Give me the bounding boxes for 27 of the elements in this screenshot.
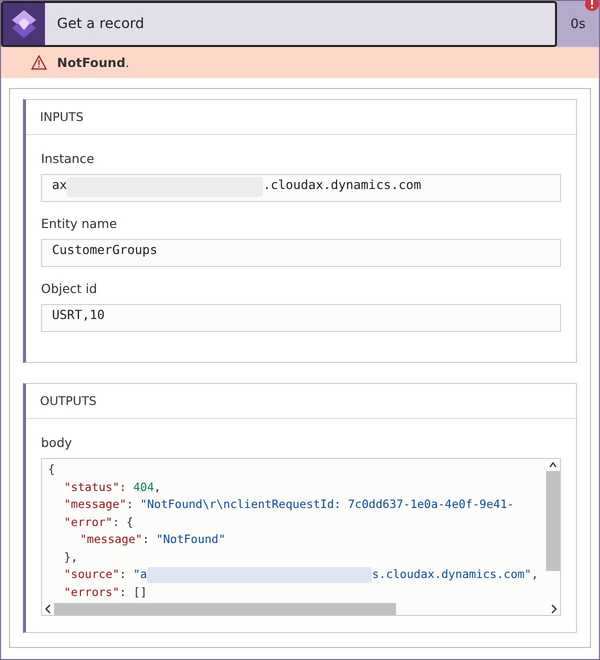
code-text: "message": "NotFound": [80, 531, 226, 548]
field-label: Instance: [41, 151, 96, 166]
code-text: "status": 404,: [64, 478, 161, 496]
field-label: Object id: [41, 281, 98, 296]
diamond-logo-icon: [12, 10, 36, 38]
code-text: },: [64, 548, 78, 566]
duration-label: 0s: [569, 16, 587, 34]
value-text: ax: [52, 177, 68, 192]
section-heading: INPUTS: [26, 100, 576, 135]
code-text: "errors": []: [64, 584, 148, 600]
scrollbar-thumb[interactable]: [54, 603, 396, 615]
action-header[interactable]: Get a record: [1, 1, 557, 47]
code-text: "message": "NotFound\r\nclientRequestId: 7c0dd637-1e0a-4e0f-9e41-: [64, 496, 514, 513]
code-text: "error": {: [64, 514, 134, 530]
scrollbar-thumb[interactable]: [546, 471, 560, 571]
action-title: Get a record: [57, 16, 144, 32]
value-text: .cloudax.dynamics.com: [263, 177, 422, 192]
code-text: s.cloudax.dynamics.com",: [372, 566, 538, 583]
warning-icon: [31, 55, 47, 70]
section-heading: OUTPUTS: [26, 384, 576, 419]
field-label: Entity name: [41, 216, 118, 231]
field-label: body: [41, 435, 73, 450]
code-text: {: [48, 461, 55, 478]
value-field: CustomerGroups: [41, 239, 561, 267]
value-field: USRT,10: [41, 304, 561, 332]
code-text: "source": "a: [64, 566, 148, 583]
error-message: NotFound.: [57, 55, 130, 70]
